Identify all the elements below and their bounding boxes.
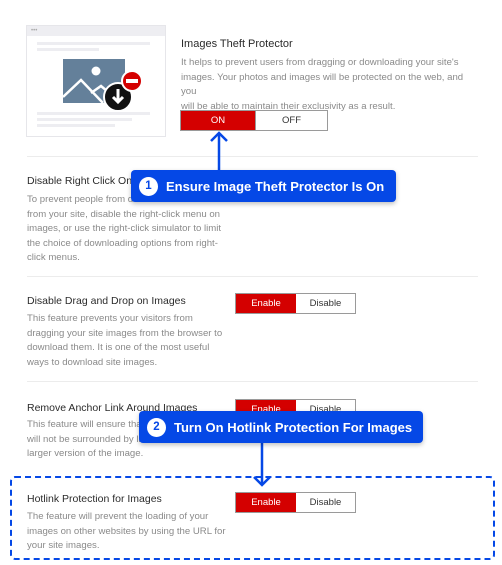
step-number-badge: 2 (147, 417, 166, 437)
callout-2: 2 Turn On Hotlink Protection For Images (139, 411, 423, 443)
callout-text: Ensure Image Theft Protector Is On (166, 178, 385, 194)
callout-1: 1 Ensure Image Theft Protector Is On (131, 170, 396, 202)
step-number-badge: 1 (139, 176, 158, 196)
arrow-down-icon (253, 443, 271, 487)
arrow-up-icon (210, 131, 228, 171)
callout-text: Turn On Hotlink Protection For Images (174, 419, 413, 435)
annotation-arrows (210, 131, 271, 487)
